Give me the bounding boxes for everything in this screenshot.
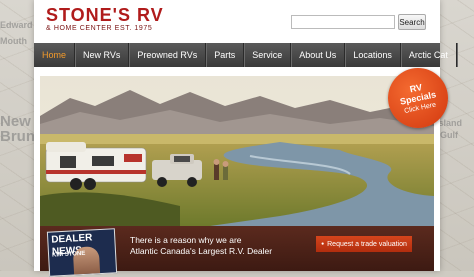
nav-item-new-rvs[interactable]: New RVs xyxy=(75,43,130,67)
site-header: STONE'S RV & HOME CENTER EST. 1975 Searc… xyxy=(34,0,440,43)
dealer-news-thumbnail[interactable]: DEALER NEWS KIM STONE xyxy=(46,228,118,277)
nav-item-preowned-rvs[interactable]: Preowned RVs xyxy=(129,43,207,67)
trade-valuation-label: Request a trade valuation xyxy=(327,240,407,248)
site-logo-tagline: & HOME CENTER EST. 1975 xyxy=(46,25,153,32)
search-input[interactable] xyxy=(291,15,395,29)
promo-tagline: There is a reason why we are Atlantic Ca… xyxy=(130,235,272,257)
site-logo[interactable]: STONE'S RV xyxy=(46,5,164,26)
nav-item-service[interactable]: Service xyxy=(244,43,292,67)
tagline-line: Atlantic Canada's Largest R.V. Dealer xyxy=(130,246,273,256)
hero-image[interactable] xyxy=(40,76,434,226)
map-label: Edward xyxy=(0,20,33,30)
promo-bar: DEALER NEWS KIM STONE There is a reason … xyxy=(40,226,434,277)
nav-item-locations[interactable]: Locations xyxy=(345,43,401,67)
bullet-icon: ● xyxy=(321,241,325,247)
map-label: Mouth xyxy=(0,36,27,46)
hero-illustration xyxy=(40,76,434,226)
main-nav: Home New RVs Preowned RVs Parts Service … xyxy=(34,43,457,67)
nav-item-arctic-cat[interactable]: Arctic Cat xyxy=(401,43,457,67)
page-container: STONE'S RV & HOME CENTER EST. 1975 Searc… xyxy=(34,0,457,277)
search-button[interactable]: Search xyxy=(398,14,426,30)
nav-item-parts[interactable]: Parts xyxy=(206,43,245,67)
trade-valuation-button[interactable]: ● Request a trade valuation xyxy=(316,236,412,252)
nav-item-about-us[interactable]: About Us xyxy=(291,43,346,67)
map-label: Gulf xyxy=(440,130,458,140)
nav-item-home[interactable]: Home xyxy=(34,43,76,67)
tagline-line: There is a reason why we are xyxy=(130,235,242,245)
